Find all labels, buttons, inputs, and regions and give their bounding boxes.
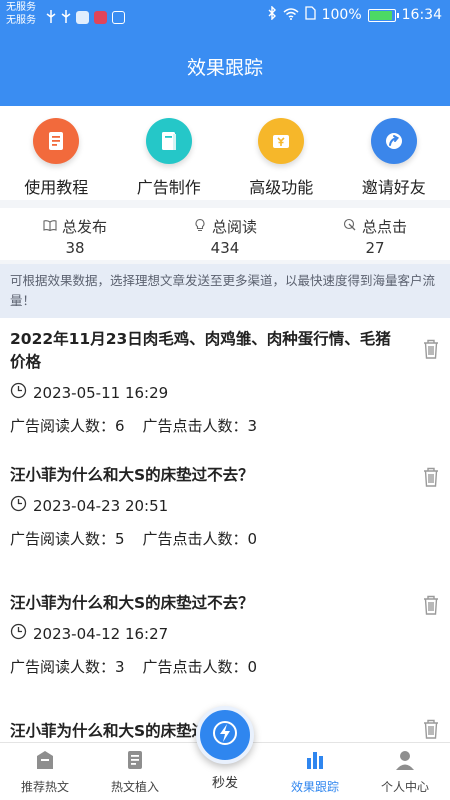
- article-time-row: 2023-04-12 16:27: [10, 623, 440, 644]
- ad-reads: 广告阅读人数：5: [10, 530, 125, 548]
- wifi-icon: [283, 7, 299, 24]
- article-time: 2023-04-12 16:27: [33, 624, 169, 643]
- money-card-icon: [258, 118, 305, 164]
- ad-clicks: 广告点击人数：0: [142, 530, 258, 548]
- shortcut-bar: 使用教程 广告制作 高级功能 邀请好友: [0, 106, 450, 200]
- trash-icon[interactable]: [422, 466, 440, 488]
- stat-total-clicks: 总点击 27: [300, 208, 450, 260]
- quick-send-button[interactable]: [196, 706, 254, 764]
- status-bar: 无服务 无服务 100% 16:34: [0, 0, 450, 30]
- article-time: 2023-05-11 16:29: [33, 383, 169, 402]
- tab-recommended[interactable]: 推荐热文: [0, 743, 90, 800]
- carrier-line-2: 无服务: [6, 15, 36, 26]
- stat-label: 总发布: [61, 218, 107, 236]
- article-icon: [124, 749, 146, 778]
- person-icon: [394, 749, 416, 778]
- app-notification-icon-red: [94, 11, 107, 24]
- article-card[interactable]: 2022年11月23日肉毛鸡、肉鸡雏、肉种蛋行情、毛猪价格 2023-05-11…: [0, 318, 450, 454]
- article-title: 汪小菲为什么和大S的床垫过不去？: [10, 466, 254, 484]
- book-icon: [145, 118, 192, 164]
- tab-profile[interactable]: 个人中心: [360, 743, 450, 800]
- article-title: 汪小菲为什么和大S的床垫过不去？: [10, 594, 254, 612]
- clock-time: 16:34: [401, 7, 442, 23]
- article-metrics: 广告阅读人数：6 广告点击人数：3: [10, 415, 440, 436]
- system-indicators: 100% 16:34: [268, 5, 442, 24]
- trash-icon[interactable]: [422, 594, 440, 616]
- stat-label: 总点击: [361, 218, 407, 236]
- clock-icon: [10, 495, 27, 516]
- article-title: 2022年11月23日肉毛鸡、肉鸡雏、肉种蛋行情、毛猪价格: [10, 330, 391, 371]
- click-icon: [343, 218, 357, 236]
- tab-label: 效果跟踪: [290, 780, 339, 794]
- tab-label: 个人中心: [380, 780, 429, 794]
- stat-label: 总阅读: [211, 218, 257, 236]
- stat-value: 38: [65, 239, 85, 257]
- battery-icon: [367, 8, 399, 22]
- article-card[interactable]: 汪小菲为什么和大S的床垫过不去？ 2023-04-23 20:51 广告阅读人数…: [0, 454, 450, 582]
- book-open-icon: [43, 218, 57, 236]
- battery-percent: 100%: [321, 7, 362, 23]
- info-notice: 可根据效果数据，选择理想文章发送至更多渠道，以最快速度得到海量客户流量！: [0, 264, 450, 318]
- page-title: 效果跟踪: [0, 30, 450, 106]
- trash-icon[interactable]: [422, 718, 440, 740]
- clock-icon: [10, 382, 27, 403]
- article-time-row: 2023-05-11 16:29: [10, 382, 440, 403]
- tab-effect-tracking[interactable]: 效果跟踪: [270, 743, 360, 800]
- carrier-line-1: 无服务: [6, 2, 36, 13]
- tab-article-insert[interactable]: 热文植入: [90, 743, 180, 800]
- home-icon: [34, 749, 56, 778]
- carrier-info: 无服务 无服务: [6, 1, 36, 27]
- shortcut-label: 使用教程: [24, 178, 89, 197]
- stat-value: 434: [210, 239, 240, 257]
- tab-label: 热文植入: [110, 780, 159, 794]
- notification-icons: [46, 8, 125, 27]
- article-metrics: 广告阅读人数：5 广告点击人数：0: [10, 528, 440, 549]
- article-metrics: 广告阅读人数：3 广告点击人数：0: [10, 656, 440, 677]
- shortcut-label: 邀请好友: [361, 178, 426, 197]
- bluetooth-icon: [268, 5, 277, 24]
- article-time-row: 2023-04-23 20:51: [10, 495, 440, 516]
- shortcut-label: 广告制作: [136, 178, 201, 197]
- tab-label: 推荐热文: [20, 780, 69, 794]
- usb-icon-2: [61, 8, 71, 27]
- lightning-icon: [210, 718, 240, 752]
- ad-reads: 广告阅读人数：3: [10, 658, 125, 676]
- stat-total-published: 总发布 38: [0, 208, 150, 260]
- music-icon: [112, 11, 125, 24]
- shortcut-invite[interactable]: 邀请好友: [338, 106, 450, 200]
- article-time: 2023-04-23 20:51: [33, 496, 169, 515]
- document-icon: [33, 118, 80, 164]
- clock-icon: [10, 623, 27, 644]
- trash-icon[interactable]: [422, 338, 440, 360]
- ad-clicks: 广告点击人数：0: [142, 658, 258, 676]
- app-notification-icon: [76, 11, 89, 24]
- bar-chart-icon: [304, 749, 326, 778]
- quick-send-label: 秒发: [211, 776, 238, 791]
- usb-icon: [46, 8, 56, 27]
- shortcut-label: 高级功能: [249, 178, 314, 197]
- ad-reads: 广告阅读人数：6: [10, 417, 125, 435]
- shortcut-ad-making[interactable]: 广告制作: [113, 106, 226, 200]
- stat-total-reads: 总阅读 434: [150, 208, 300, 260]
- bulb-icon: [193, 218, 207, 236]
- stats-bar: 总发布 38 总阅读 434 总点击 27: [0, 208, 450, 260]
- sim-icon: [304, 6, 316, 24]
- shortcut-tutorial[interactable]: 使用教程: [0, 106, 113, 200]
- shortcut-advanced[interactable]: 高级功能: [225, 106, 338, 200]
- ad-clicks: 广告点击人数：3: [142, 417, 258, 435]
- article-card[interactable]: 汪小菲为什么和大S的床垫过不去？ 2023-04-12 16:27 广告阅读人数…: [0, 582, 450, 710]
- share-arrow-icon: [370, 118, 417, 164]
- stat-value: 27: [365, 239, 385, 257]
